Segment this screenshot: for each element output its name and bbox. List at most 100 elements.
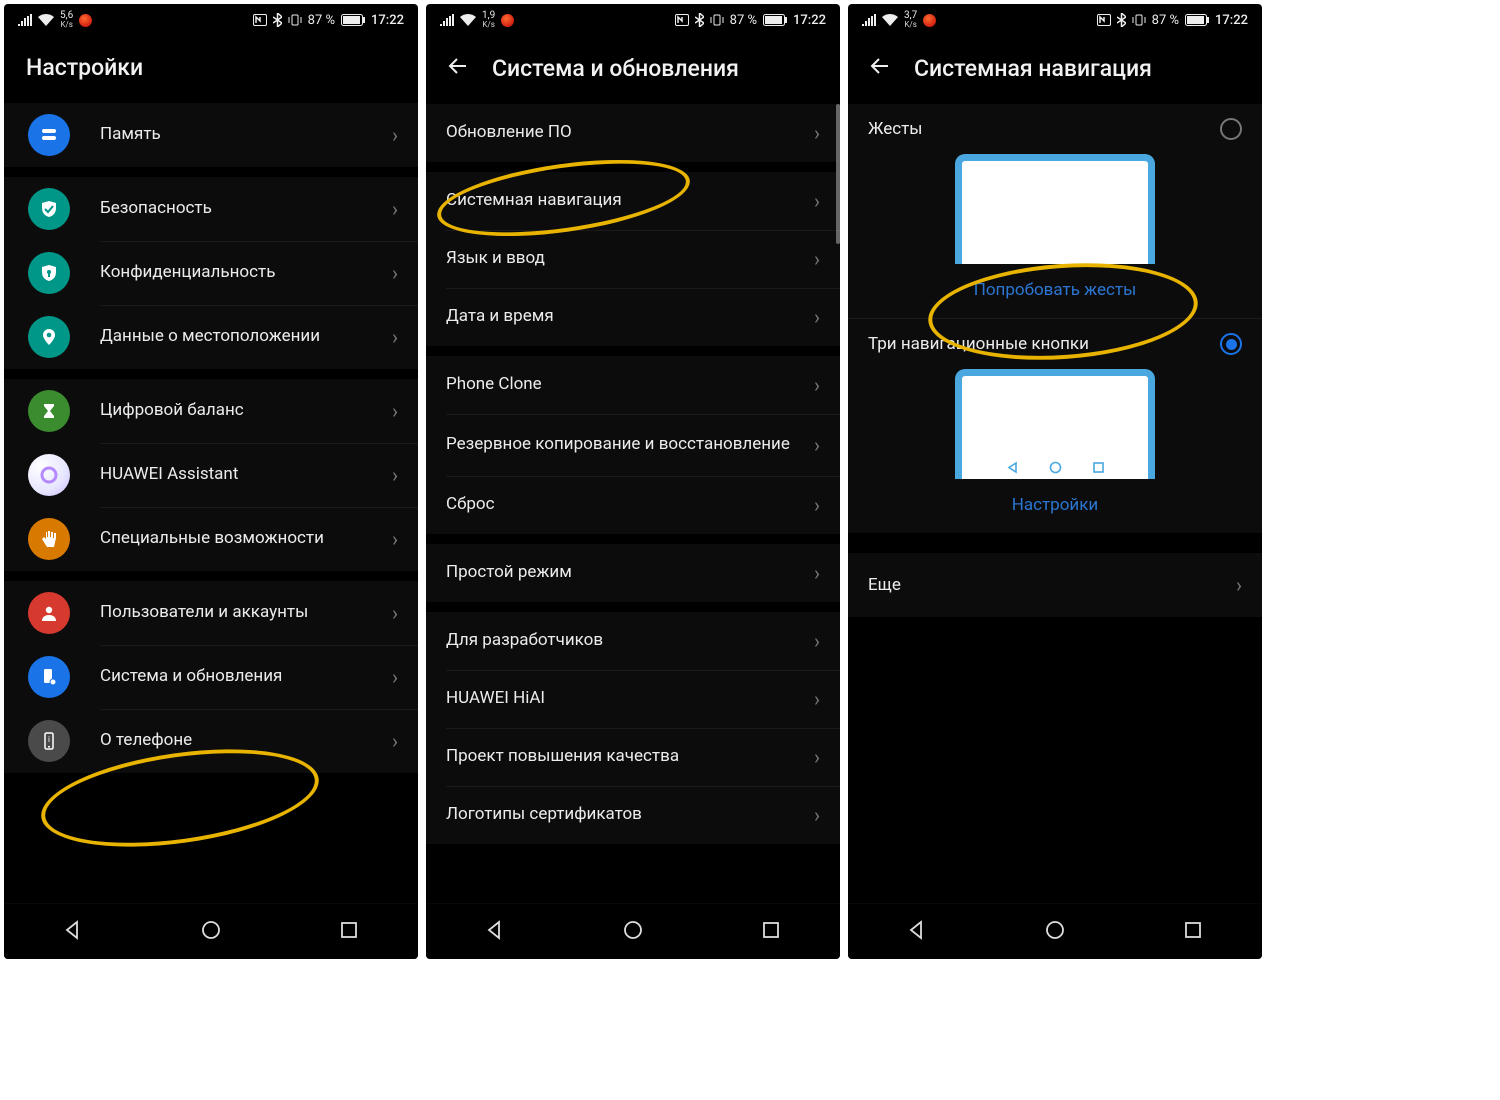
system-nav-bar: [4, 903, 418, 959]
row-users-accounts[interactable]: Пользователи и аккаунты ›: [4, 581, 418, 645]
chevron-right-icon: ›: [392, 197, 398, 221]
phone-gear-icon: [28, 656, 70, 698]
phone-screen-system-updates: 1,9K/s 87 % 17:22 Система и обновления О…: [426, 4, 840, 959]
row-backup-restore[interactable]: Резервное копирование и восстановление ›: [426, 414, 840, 476]
option-label: Жесты: [868, 119, 923, 139]
chevron-right-icon: ›: [392, 325, 398, 349]
row-label: Простой режим: [446, 562, 814, 583]
try-gestures-link[interactable]: Попробовать жесты: [868, 280, 1242, 300]
nav-back-button[interactable]: [906, 919, 928, 945]
radio-unchecked-icon[interactable]: [1220, 118, 1242, 140]
cellular-signal-icon: [18, 14, 32, 26]
row-accessibility[interactable]: Специальные возможности ›: [4, 507, 418, 571]
status-bar: 3,7K/s 87 % 17:22: [848, 4, 1262, 36]
battery-icon: [341, 14, 365, 26]
status-bar: 5,6K/s 87 % 17:22: [4, 4, 418, 36]
shield-check-icon: [28, 188, 70, 230]
row-system-navigation[interactable]: Системная навигация ›: [426, 172, 840, 230]
row-label: Проект повышения качества: [446, 746, 814, 767]
back-button[interactable]: [446, 54, 470, 82]
page-title: Системная навигация: [914, 55, 1152, 82]
bluetooth-icon: [273, 13, 282, 27]
wifi-icon: [460, 14, 476, 26]
row-cert-logos[interactable]: Логотипы сертификатов ›: [426, 786, 840, 844]
notification-dot-icon: [79, 14, 92, 27]
row-label: Специальные возможности: [100, 528, 392, 549]
clock: 17:22: [793, 13, 826, 28]
nav-recent-button[interactable]: [338, 919, 360, 945]
row-reset[interactable]: Сброс ›: [426, 476, 840, 534]
row-label: Сброс: [446, 494, 814, 515]
chevron-right-icon: ›: [814, 493, 820, 517]
chevron-right-icon: ›: [392, 261, 398, 285]
row-label: Phone Clone: [446, 374, 814, 395]
row-about-phone[interactable]: i О телефоне ›: [4, 709, 418, 773]
hand-icon: [28, 518, 70, 560]
row-software-update[interactable]: Обновление ПО ›: [426, 104, 840, 162]
chevron-right-icon: ›: [814, 561, 820, 585]
row-label: Данные о местоположении: [100, 326, 392, 347]
battery-icon: [763, 14, 787, 26]
row-system-updates[interactable]: Система и обновления ›: [4, 645, 418, 709]
phone-info-icon: i: [28, 720, 70, 762]
wifi-icon: [882, 14, 898, 26]
battery-percent: 87 %: [730, 13, 757, 28]
screen-header: Система и обновления: [426, 36, 840, 104]
cellular-signal-icon: [862, 14, 876, 26]
chevron-right-icon: ›: [392, 601, 398, 625]
row-privacy[interactable]: Конфиденциальность ›: [4, 241, 418, 305]
battery-icon: [1185, 14, 1209, 26]
option-label: Три навигационные кнопки: [868, 334, 1089, 354]
row-label: Пользователи и аккаунты: [100, 602, 392, 623]
row-label: Обновление ПО: [446, 122, 814, 143]
chevron-right-icon: ›: [814, 687, 820, 711]
row-digital-balance[interactable]: Цифровой баланс ›: [4, 379, 418, 443]
notification-dot-icon: [923, 14, 936, 27]
chevron-right-icon: ›: [392, 729, 398, 753]
wifi-icon: [38, 14, 54, 26]
row-user-experience[interactable]: Проект повышения качества ›: [426, 728, 840, 786]
nav-settings-link[interactable]: Настройки: [868, 495, 1242, 515]
nav-home-button[interactable]: [622, 919, 644, 945]
screen-header: Настройки: [4, 36, 418, 103]
nav-home-button[interactable]: [200, 919, 222, 945]
phone-screen-system-navigation: 3,7K/s 87 % 17:22 Системная навигация Же…: [848, 4, 1262, 959]
row-label: О телефоне: [100, 730, 392, 751]
row-label: Логотипы сертификатов: [446, 804, 814, 825]
radio-checked-icon[interactable]: [1220, 333, 1242, 355]
chevron-right-icon: ›: [814, 305, 820, 329]
option-gestures[interactable]: Жесты Попробовать жесты: [848, 104, 1262, 318]
row-developer-options[interactable]: Для разработчиков ›: [426, 612, 840, 670]
row-simple-mode[interactable]: Простой режим ›: [426, 544, 840, 602]
nav-back-button[interactable]: [62, 919, 84, 945]
battery-percent: 87 %: [1152, 13, 1179, 28]
back-button[interactable]: [868, 54, 892, 82]
row-location[interactable]: Данные о местоположении ›: [4, 305, 418, 369]
page-title: Настройки: [26, 54, 143, 81]
row-label: Память: [100, 124, 392, 145]
chevron-right-icon: ›: [814, 803, 820, 827]
nav-home-button[interactable]: [1044, 919, 1066, 945]
row-security[interactable]: Безопасность ›: [4, 177, 418, 241]
option-three-buttons[interactable]: Три навигационные кнопки Настройки: [848, 318, 1262, 533]
battery-percent: 87 %: [308, 13, 335, 28]
row-label: HUAWEI HiAI: [446, 688, 814, 709]
row-label: Для разработчиков: [446, 630, 814, 651]
row-label: Цифровой баланс: [100, 400, 392, 421]
row-date-time[interactable]: Дата и время ›: [426, 288, 840, 346]
nav-recent-button[interactable]: [760, 919, 782, 945]
storage-icon: [28, 114, 70, 156]
row-language-input[interactable]: Язык и ввод ›: [426, 230, 840, 288]
row-storage[interactable]: Память ›: [4, 103, 418, 167]
row-huawei-hiai[interactable]: HUAWEI HiAI ›: [426, 670, 840, 728]
row-phone-clone[interactable]: Phone Clone ›: [426, 356, 840, 414]
chevron-right-icon: ›: [392, 463, 398, 487]
row-label: Система и обновления: [100, 666, 392, 687]
row-label: Конфиденциальность: [100, 262, 392, 283]
chevron-right-icon: ›: [814, 629, 820, 653]
nav-recent-button[interactable]: [1182, 919, 1204, 945]
row-more[interactable]: Еще ›: [848, 543, 1262, 617]
page-title: Система и обновления: [492, 55, 739, 82]
nav-back-button[interactable]: [484, 919, 506, 945]
row-assistant[interactable]: HUAWEI Assistant ›: [4, 443, 418, 507]
